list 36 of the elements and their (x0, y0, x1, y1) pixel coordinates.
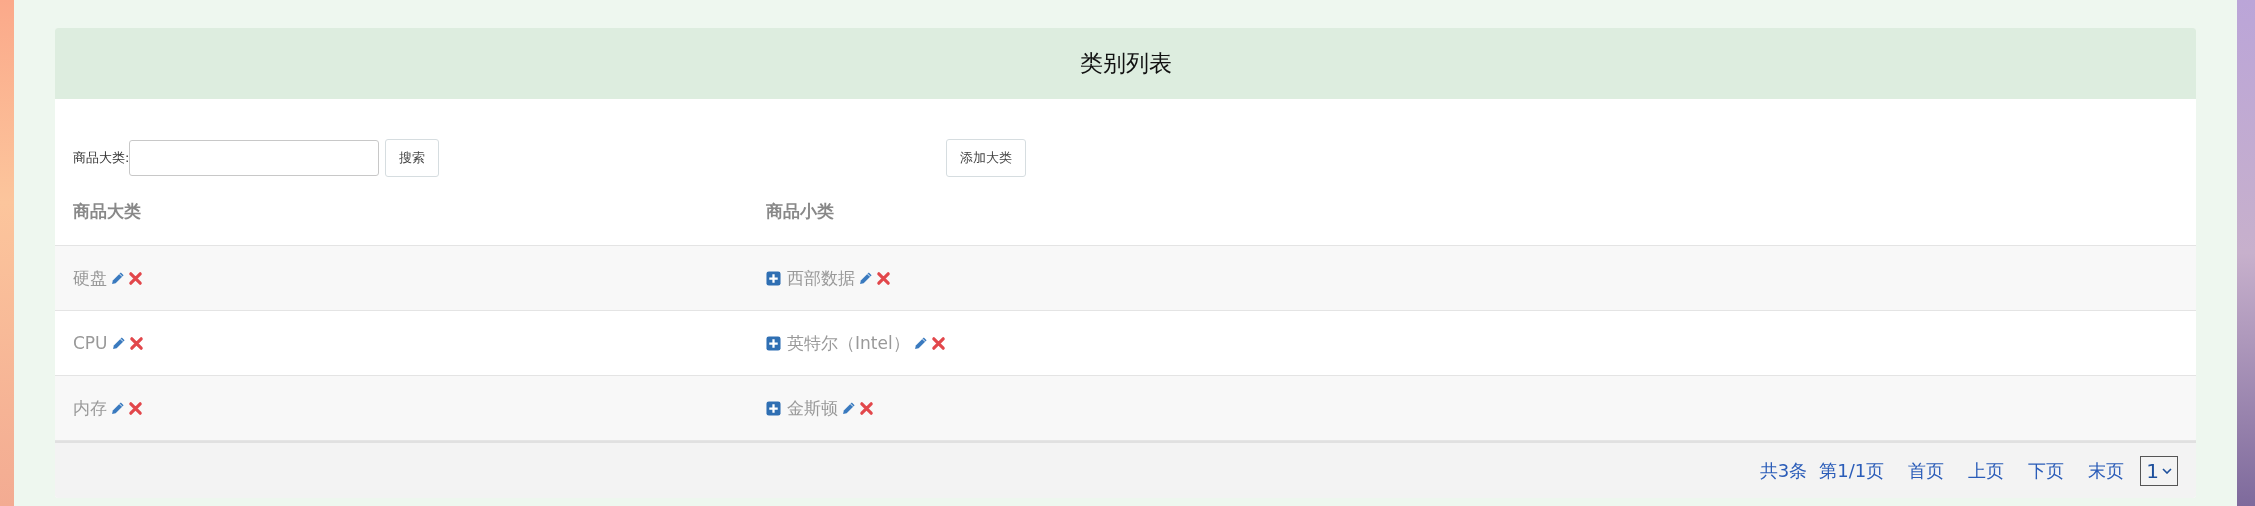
subcategory-name: 金斯顿 (787, 396, 838, 420)
subcategory-name: 西部数据 (787, 266, 855, 290)
category-name: 硬盘 (73, 266, 107, 290)
delete-icon[interactable] (930, 335, 946, 351)
page-info: 第1/1页 (1819, 458, 1885, 483)
last-page-link[interactable]: 末页 (2088, 458, 2125, 483)
edit-icon[interactable] (110, 270, 125, 286)
delete-icon[interactable] (128, 270, 143, 286)
add-icon[interactable] (766, 270, 781, 286)
delete-icon[interactable] (128, 335, 144, 351)
column-header: 商品大类 (72, 200, 142, 223)
search-button[interactable]: 搜索 (385, 139, 440, 177)
record-count: 共3条 (1759, 458, 1808, 483)
delete-icon[interactable] (859, 400, 874, 416)
category-name: CPU (73, 333, 108, 353)
delete-icon[interactable] (128, 400, 143, 416)
edit-icon[interactable] (858, 270, 873, 286)
search-label: 商品大类: (73, 149, 130, 167)
edit-icon[interactable] (110, 400, 125, 416)
delete-icon[interactable] (876, 270, 891, 286)
column-header: 商品小类 (766, 200, 835, 223)
category-name: 内存 (73, 396, 107, 420)
first-page-link[interactable]: 首页 (1908, 458, 1945, 483)
panel-title: 类别列表 (1079, 49, 1172, 78)
edit-icon[interactable] (912, 335, 928, 351)
search-field[interactable] (129, 140, 380, 176)
edit-icon[interactable] (110, 335, 126, 351)
add-button[interactable]: 添加大类 (946, 139, 1026, 177)
previous-page-link[interactable]: 上页 (1968, 458, 2005, 483)
add-icon[interactable] (766, 400, 781, 416)
edit-icon[interactable] (841, 400, 856, 416)
page-select[interactable]: 1 (2140, 455, 2178, 486)
chevron-icon (2162, 467, 2172, 474)
next-page-link[interactable]: 下页 (2028, 458, 2065, 483)
subcategory-name: 英特尔（Intel） (787, 331, 910, 355)
add-icon[interactable] (766, 335, 781, 351)
